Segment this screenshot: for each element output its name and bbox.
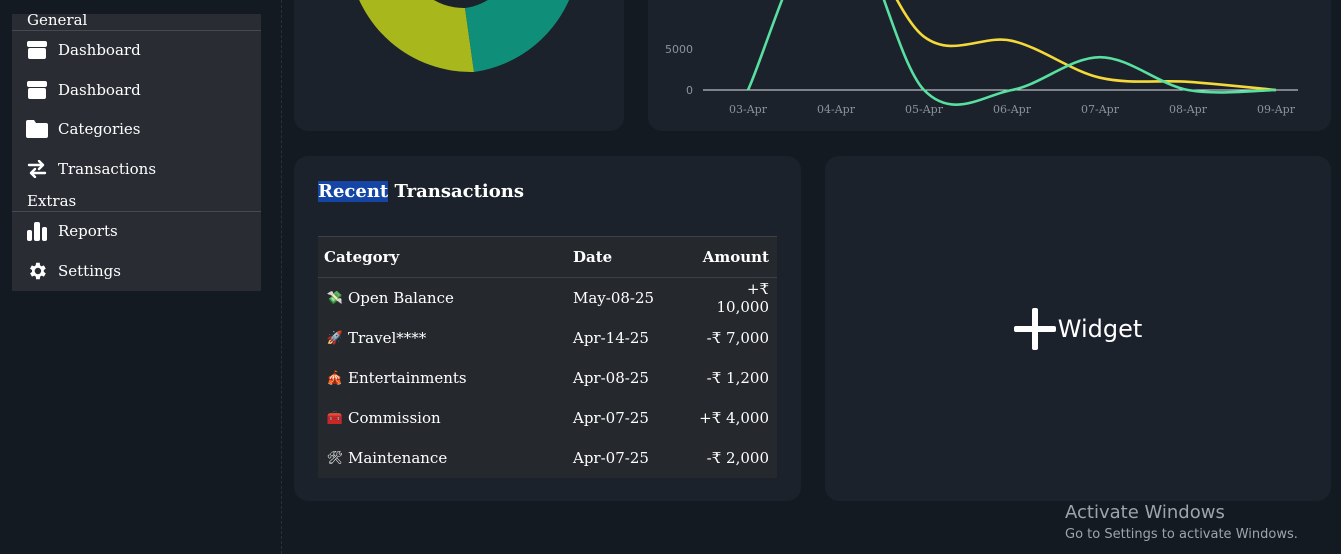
divider xyxy=(12,211,261,212)
box-icon xyxy=(26,39,48,61)
category-icon: 🛠 xyxy=(326,450,344,466)
title-rest: Transactions xyxy=(388,181,524,202)
cell-amount: -₹ 1,200 xyxy=(706,369,769,387)
category-icon: 🚀 xyxy=(326,330,344,346)
sidebar-item-label: Reports xyxy=(58,222,118,240)
sidebar-item-categories[interactable]: Categories xyxy=(12,111,261,147)
cell-date: Apr-07-25 xyxy=(573,449,649,467)
cell-category: 🎪 Entertainments xyxy=(318,369,567,387)
card-title: Recent Transactions xyxy=(318,181,524,202)
donut-chart-card xyxy=(294,0,624,131)
watermark-title: Activate Windows xyxy=(1065,502,1225,523)
activate-windows-watermark: Activate Windows Go to Settings to activ… xyxy=(1065,502,1298,542)
cell-amount: -₹ 7,000 xyxy=(706,329,769,347)
x-tick-label: 04-Apr xyxy=(817,103,856,116)
cell-category: 🧰 Commission xyxy=(318,409,567,427)
bar-chart-icon xyxy=(26,220,48,242)
x-tick-label: 07-Apr xyxy=(1081,103,1120,116)
divider xyxy=(12,30,261,31)
series-line-2 xyxy=(746,0,1277,106)
cell-category: 🚀 Travel**** xyxy=(318,329,567,347)
table-row[interactable]: 💸 Open Balance May-08-25 +₹ 10,000 xyxy=(318,278,777,318)
swap-arrows-icon xyxy=(26,158,48,180)
add-widget-content: Widget xyxy=(1013,307,1143,350)
line-chart-card: 5000 0 03-Apr 04-Apr 05-Apr 06-Apr 07-Apr 08-Ap… xyxy=(648,0,1331,131)
x-tick-label: 06-Apr xyxy=(993,103,1032,116)
y-tick-label: 5000 xyxy=(665,43,693,56)
cell-date: Apr-14-25 xyxy=(573,329,649,347)
table-row[interactable]: 🧰 Commission Apr-07-25 +₹ 4,000 xyxy=(318,398,777,438)
sidebar-item-transactions[interactable]: Transactions xyxy=(12,151,261,187)
header-date[interactable]: Date xyxy=(567,248,691,266)
category-icon: 🧰 xyxy=(326,410,344,426)
sidebar-item-label: Dashboard xyxy=(58,81,141,99)
category-icon: 🎪 xyxy=(326,370,344,386)
table-header: Category Date Amount xyxy=(318,237,777,278)
cell-date: May-08-25 xyxy=(573,289,655,307)
section-general-label: General xyxy=(27,11,88,29)
sidebar-item-dashboard-2[interactable]: Dashboard xyxy=(12,72,261,108)
recent-transactions-card: Recent Transactions Category Date Amount… xyxy=(294,156,801,501)
header-amount[interactable]: Amount xyxy=(691,248,777,266)
column-divider xyxy=(281,0,282,554)
cell-amount: -₹ 2,000 xyxy=(706,449,769,467)
add-widget-button[interactable]: Widget xyxy=(825,156,1331,501)
x-tick-label: 05-Apr xyxy=(905,103,944,116)
cell-amount: +₹ 4,000 xyxy=(699,409,769,427)
box-icon xyxy=(26,79,48,101)
title-highlight: Recent xyxy=(318,181,389,202)
category-icon: 💸 xyxy=(326,290,344,306)
donut-chart xyxy=(359,0,570,73)
x-tick-label: 08-Apr xyxy=(1169,103,1208,116)
sidebar-item-reports[interactable]: Reports xyxy=(12,213,261,249)
cell-category: 🛠 Maintenance xyxy=(318,449,567,467)
sidebar-item-dashboard[interactable]: Dashboard xyxy=(12,32,261,68)
watermark-subtitle: Go to Settings to activate Windows. xyxy=(1065,527,1298,542)
cell-date: Apr-08-25 xyxy=(573,369,649,387)
plus-icon xyxy=(1013,307,1056,350)
sidebar-item-settings[interactable]: Settings xyxy=(12,253,261,289)
donut-slice xyxy=(465,0,570,72)
gear-icon xyxy=(26,260,48,282)
category-name: Open Balance xyxy=(348,289,454,307)
cell-amount: +₹ 10,000 xyxy=(716,280,770,316)
x-tick-label: 03-Apr xyxy=(729,103,768,116)
sidebar-item-label: Categories xyxy=(58,120,141,138)
sidebar-item-label: Transactions xyxy=(58,160,157,178)
category-name: Entertainments xyxy=(348,369,467,387)
table-row[interactable]: 🛠 Maintenance Apr-07-25 -₹ 2,000 xyxy=(318,438,777,478)
category-name: Commission xyxy=(348,409,441,427)
line-chart: 5000 0 03-Apr 04-Apr 05-Apr 06-Apr 07-Apr 08-Ap… xyxy=(665,0,1298,116)
donut-slice xyxy=(359,0,474,73)
folder-icon xyxy=(26,118,48,140)
sidebar-item-label: Dashboard xyxy=(58,41,141,59)
category-name: Maintenance xyxy=(348,449,448,467)
sidebar: General Dashboard Dashboard Categories T… xyxy=(12,11,261,291)
category-name: Travel**** xyxy=(348,329,427,347)
cell-category: 💸 Open Balance xyxy=(318,289,567,307)
y-tick-label: 0 xyxy=(686,84,693,97)
widget-label: Widget xyxy=(1057,314,1143,343)
transactions-table: Category Date Amount 💸 Open Balance May-08… xyxy=(318,236,777,478)
table-row[interactable]: 🎪 Entertainments Apr-08-25 -₹ 1,200 xyxy=(318,358,777,398)
cell-date: Apr-07-25 xyxy=(573,409,649,427)
section-extras-label: Extras xyxy=(27,192,77,210)
table-row[interactable]: 🚀 Travel**** Apr-14-25 -₹ 7,000 xyxy=(318,318,777,358)
x-tick-label: 09-Apr xyxy=(1257,103,1296,116)
header-category[interactable]: Category xyxy=(318,248,567,266)
sidebar-item-label: Settings xyxy=(58,262,121,280)
series-line-1 xyxy=(895,0,1277,92)
